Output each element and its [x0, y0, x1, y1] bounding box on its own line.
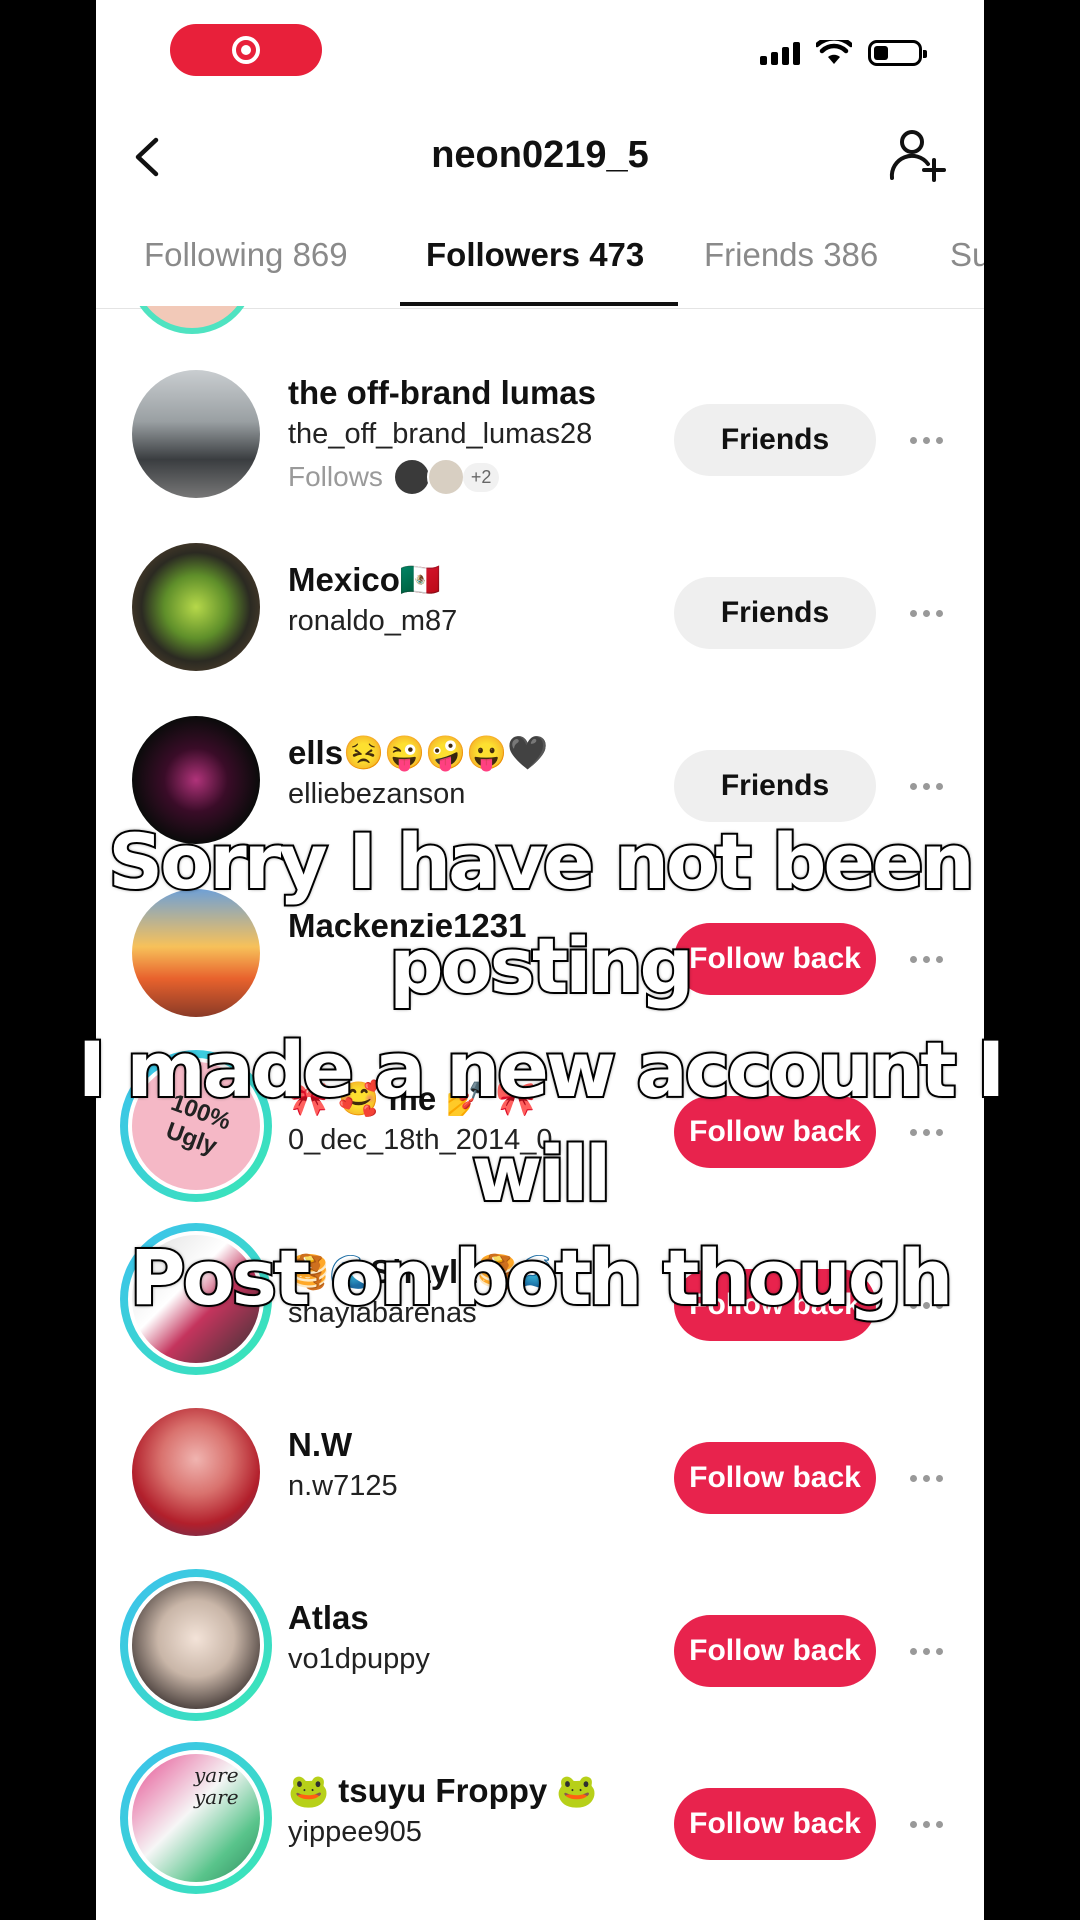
follower-handle: vo1dpuppy — [288, 1643, 430, 1675]
avatar[interactable] — [132, 370, 260, 498]
list-item[interactable]: the off-brand lumas the_off_brand_lumas2… — [96, 354, 984, 498]
tab-followers[interactable]: Followers 473 — [426, 236, 644, 274]
caption-line: Sorry I have not been posting — [106, 815, 976, 1012]
active-tab-indicator — [400, 302, 678, 306]
avatar[interactable] — [120, 1569, 272, 1721]
follower-handle: the_off_brand_lumas28 — [288, 418, 593, 450]
add-person-icon[interactable] — [888, 128, 948, 184]
follower-name: Mexico🇲🇽 — [288, 561, 441, 598]
more-options-icon[interactable] — [910, 1810, 950, 1838]
friends-button[interactable]: Friends — [674, 577, 876, 649]
avatar[interactable]: yare yare — [120, 1742, 272, 1894]
avatar — [426, 458, 465, 496]
caption-line: Post on both though — [128, 1231, 956, 1324]
follower-name: N.W — [288, 1426, 353, 1463]
follow-back-button[interactable]: Follow back — [674, 1442, 876, 1514]
list-item[interactable]: N.W n.w7125 Follow back — [96, 1392, 984, 1536]
follower-name: the off-brand lumas — [288, 374, 597, 411]
follower-name: Atlas — [288, 1599, 369, 1636]
follow-back-button[interactable]: Follow back — [674, 1788, 876, 1860]
tab-friends[interactable]: Friends 386 — [704, 236, 878, 274]
video-caption: Sorry I have not been posting I made a n… — [0, 810, 1080, 1330]
wifi-icon — [816, 40, 852, 64]
battery-icon — [868, 40, 927, 66]
more-options-icon[interactable] — [910, 426, 950, 454]
avatar-text: yare yare — [194, 1763, 239, 1809]
screen-recording-indicator[interactable] — [170, 24, 322, 76]
cellular-signal-icon — [760, 41, 800, 65]
caption-line: I made a new account I will — [76, 1023, 1008, 1220]
follower-name: ells😣😜🤪😛🖤 — [288, 734, 549, 771]
mutual-follows: Follows +2 — [288, 458, 500, 496]
more-options-icon[interactable] — [910, 599, 950, 627]
avatar[interactable] — [132, 543, 260, 671]
list-item[interactable]: Atlas vo1dpuppy Follow back — [96, 1565, 984, 1721]
avatar[interactable] — [132, 1408, 260, 1536]
list-item[interactable]: Mexico🇲🇽 ronaldo_m87 Friends — [96, 527, 984, 671]
follower-handle: ronaldo_m87 — [288, 605, 458, 637]
follower-handle: yippee905 — [288, 1816, 422, 1848]
friends-button[interactable]: Friends — [674, 404, 876, 476]
follows-label: Follows — [288, 461, 383, 492]
page-title: neon0219_5 — [431, 134, 649, 176]
follower-handle: n.w7125 — [288, 1470, 398, 1502]
avatar — [392, 458, 431, 496]
follower-handle: elliebezanson — [288, 778, 466, 810]
tab-following[interactable]: Following 869 — [144, 236, 348, 274]
follower-name: 🐸 tsuyu Froppy 🐸 — [288, 1772, 598, 1809]
status-bar-icons — [760, 40, 927, 66]
tab-suggested[interactable]: Su — [950, 236, 984, 274]
list-item[interactable]: yare yare 🐸 tsuyu Froppy 🐸 yippee905 Fol… — [96, 1738, 984, 1894]
more-options-icon[interactable] — [910, 1464, 950, 1492]
record-icon — [232, 36, 260, 64]
follow-tabs: Following 869 Followers 473 Friends 386 … — [96, 228, 984, 309]
more-options-icon[interactable] — [910, 772, 950, 800]
more-options-icon[interactable] — [910, 1637, 950, 1665]
follow-back-button[interactable]: Follow back — [674, 1615, 876, 1687]
mutual-count: +2 — [462, 462, 500, 492]
